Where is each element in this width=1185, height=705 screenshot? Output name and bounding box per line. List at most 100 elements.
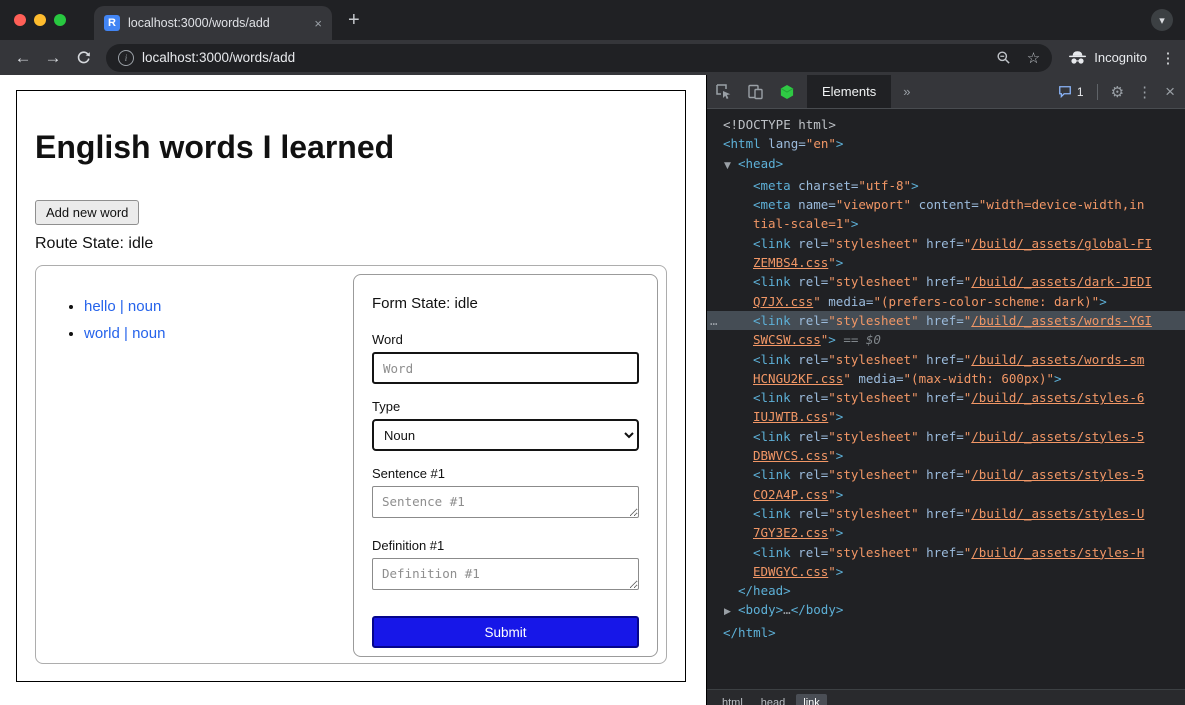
browser-menu-kebab-icon[interactable]: ⋮ xyxy=(1159,49,1177,67)
definition-input[interactable] xyxy=(372,558,639,590)
code-line[interactable]: SWCSW.css"> == $0 xyxy=(707,330,1185,349)
back-button[interactable]: ← xyxy=(8,48,38,68)
url-text[interactable]: localhost:3000/words/add xyxy=(142,50,980,65)
devtools-close-icon[interactable]: × xyxy=(1165,82,1175,102)
code-line[interactable]: <link rel="stylesheet" href="/build/_ass… xyxy=(707,543,1185,562)
code-token: "stylesheet" xyxy=(828,274,918,289)
site-info-icon[interactable]: i xyxy=(118,50,134,66)
expand-arrow-icon[interactable]: ▶ xyxy=(724,603,738,622)
device-toolbar-icon[interactable] xyxy=(739,83,771,100)
code-line[interactable]: <link rel="stylesheet" href="/build/_ass… xyxy=(707,234,1185,253)
breadcrumb-item[interactable]: head xyxy=(754,694,792,705)
code-line[interactable]: <meta charset="utf-8"> xyxy=(707,176,1185,195)
code-line[interactable]: …<link rel="stylesheet" href="/build/_as… xyxy=(707,311,1185,330)
tab-elements[interactable]: Elements xyxy=(807,75,891,108)
tab-title: localhost:3000/words/add xyxy=(128,16,306,30)
code-line[interactable]: DBWVCS.css"> xyxy=(707,446,1185,465)
inspect-icon[interactable] xyxy=(707,83,739,100)
code-token: href= xyxy=(919,506,964,521)
bookmark-star-icon[interactable]: ☆ xyxy=(1027,49,1040,67)
add-new-word-button[interactable]: Add new word xyxy=(35,200,139,225)
code-line[interactable]: ZEMBS4.css"> xyxy=(707,253,1185,272)
code-token: <head> xyxy=(738,156,783,171)
console-badge[interactable]: 1 xyxy=(1058,85,1084,99)
code-token: IUJWTB.css xyxy=(753,409,828,424)
toolbar-divider xyxy=(1097,84,1098,100)
zoom-icon[interactable] xyxy=(996,50,1011,65)
code-token: "stylesheet" xyxy=(828,467,918,482)
code-token: rel= xyxy=(791,390,829,405)
code-token: rel= xyxy=(791,352,829,367)
tab-close-icon[interactable]: × xyxy=(314,16,322,31)
code-token: </body> xyxy=(791,602,844,617)
maximize-window-button[interactable] xyxy=(54,14,66,26)
code-token: > xyxy=(836,255,844,270)
code-line[interactable]: Q7JX.css" media="(prefers-color-scheme: … xyxy=(707,292,1185,311)
code-line[interactable]: <html lang="en"> xyxy=(707,134,1185,153)
code-line[interactable]: tial-scale=1"> xyxy=(707,214,1185,233)
close-window-button[interactable] xyxy=(14,14,26,26)
code-line[interactable]: ▼<head> xyxy=(707,154,1185,176)
code-line[interactable]: EDWGYC.css"> xyxy=(707,562,1185,581)
code-token: " xyxy=(813,294,821,309)
minimize-window-button[interactable] xyxy=(34,14,46,26)
tab-favicon-icon: R xyxy=(104,15,120,31)
code-token: > xyxy=(1054,371,1062,386)
breadcrumb-item[interactable]: link xyxy=(796,694,827,705)
code-token: > xyxy=(836,487,844,502)
code-line[interactable]: <link rel="stylesheet" href="/build/_ass… xyxy=(707,504,1185,523)
code-line[interactable]: <!DOCTYPE html> xyxy=(707,115,1185,134)
settings-gear-icon[interactable]: ⚙ xyxy=(1111,83,1124,101)
new-tab-button[interactable]: + xyxy=(348,10,360,30)
extension-cube-icon[interactable] xyxy=(771,84,803,100)
code-token: " xyxy=(843,371,851,386)
forward-button[interactable]: → xyxy=(38,48,68,68)
tab-search-button[interactable]: ▾ xyxy=(1151,9,1173,31)
code-token: ZEMBS4.css xyxy=(753,255,828,270)
code-token: /build/_assets/global-FI xyxy=(971,236,1152,251)
word-input[interactable] xyxy=(372,352,639,384)
code-token: " xyxy=(828,409,836,424)
sentence-input[interactable] xyxy=(372,486,639,518)
code-token: <link xyxy=(753,429,791,444)
code-line[interactable]: ▶<body>…</body> xyxy=(707,600,1185,622)
code-line[interactable]: <link rel="stylesheet" href="/build/_ass… xyxy=(707,272,1185,291)
code-token: " xyxy=(828,564,836,579)
code-line[interactable]: IUJWTB.css"> xyxy=(707,407,1185,426)
code-token: <link xyxy=(753,236,791,251)
type-select[interactable]: Noun xyxy=(372,419,639,451)
code-line[interactable]: HCNGU2KF.css" media="(max-width: 600px)"… xyxy=(707,369,1185,388)
code-token: > xyxy=(836,136,844,151)
message-bubble-icon xyxy=(1058,85,1072,99)
code-token: > xyxy=(836,448,844,463)
line-options-icon[interactable]: … xyxy=(710,311,718,330)
address-bar[interactable]: i localhost:3000/words/add ☆ xyxy=(106,44,1052,72)
word-label: Word xyxy=(372,332,639,347)
code-token: "viewport" xyxy=(836,197,911,212)
more-tabs-icon[interactable]: » xyxy=(891,84,922,99)
browser-tab[interactable]: R localhost:3000/words/add × xyxy=(94,6,332,40)
submit-button[interactable]: Submit xyxy=(372,616,639,648)
code-line[interactable]: 7GY3E2.css"> xyxy=(707,523,1185,542)
code-line[interactable]: CO2A4P.css"> xyxy=(707,485,1185,504)
word-link[interactable]: hello | noun xyxy=(84,298,161,315)
code-line[interactable]: <meta name="viewport" content="width=dev… xyxy=(707,195,1185,214)
code-token: DBWVCS.css xyxy=(753,448,828,463)
code-token: == $0 xyxy=(836,332,881,347)
code-token: /build/_assets/styles-H xyxy=(971,545,1144,560)
code-line[interactable]: <link rel="stylesheet" href="/build/_ass… xyxy=(707,427,1185,446)
code-token: tial-scale=1" xyxy=(753,216,851,231)
reload-button[interactable] xyxy=(68,50,98,66)
code-line[interactable]: <link rel="stylesheet" href="/build/_ass… xyxy=(707,388,1185,407)
code-line[interactable]: </head> xyxy=(707,581,1185,600)
word-link[interactable]: world | noun xyxy=(84,325,165,342)
sentence-label: Sentence #1 xyxy=(372,466,639,481)
devtools-menu-kebab-icon[interactable]: ⋮ xyxy=(1137,83,1152,101)
word-list-item: world | noun xyxy=(84,325,353,342)
code-line[interactable]: <link rel="stylesheet" href="/build/_ass… xyxy=(707,465,1185,484)
breadcrumb-item[interactable]: html xyxy=(715,694,750,705)
expand-arrow-icon[interactable]: ▼ xyxy=(724,157,738,176)
code-token: lang= xyxy=(761,136,806,151)
code-line[interactable]: </html> xyxy=(707,623,1185,642)
code-line[interactable]: <link rel="stylesheet" href="/build/_ass… xyxy=(707,350,1185,369)
